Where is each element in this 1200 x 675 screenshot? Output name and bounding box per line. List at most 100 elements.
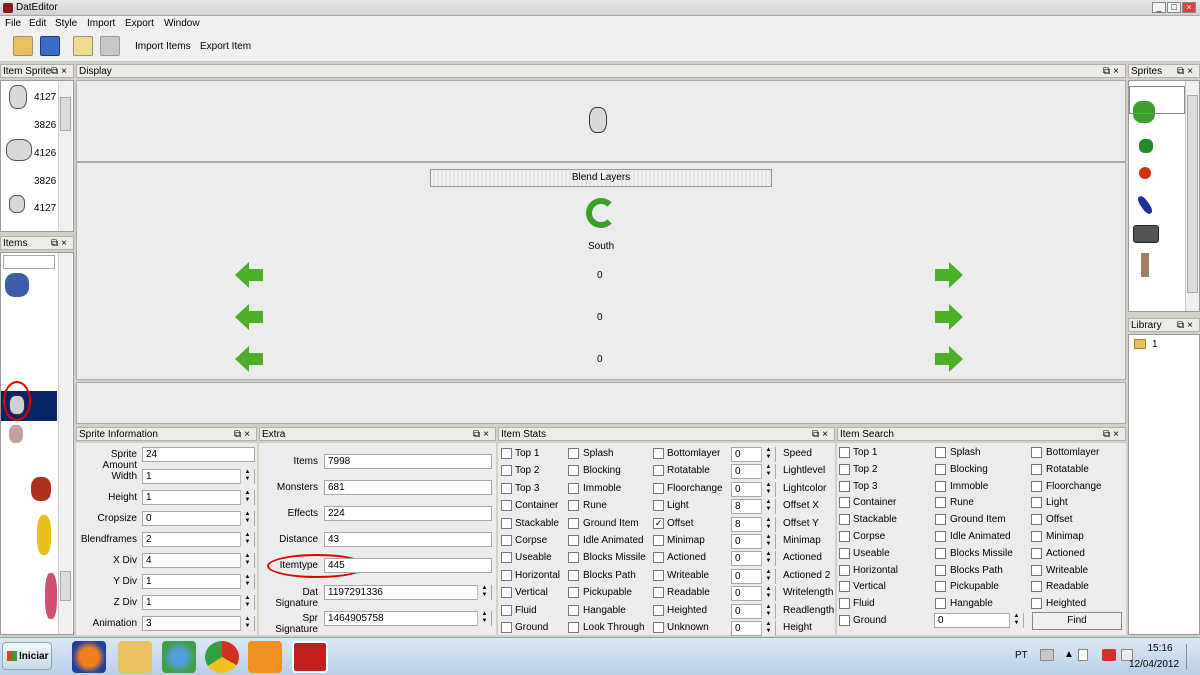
menu-import[interactable]: Import bbox=[87, 18, 115, 29]
checkbox[interactable] bbox=[839, 565, 850, 576]
checkbox[interactable] bbox=[568, 605, 579, 616]
checkbox[interactable] bbox=[935, 514, 946, 525]
checkbox[interactable] bbox=[935, 447, 946, 458]
stepper[interactable]: ▲ ▼ bbox=[240, 553, 254, 568]
effects-count-field[interactable]: 224 bbox=[324, 506, 492, 521]
height-field[interactable]: 1 ▲ ▼ bbox=[142, 490, 255, 505]
scrollbar[interactable] bbox=[1185, 81, 1199, 311]
sprite-thumb[interactable] bbox=[1141, 253, 1149, 277]
checkbox[interactable] bbox=[653, 465, 664, 476]
messenger-icon[interactable] bbox=[162, 641, 196, 673]
stepper[interactable]: ▲ ▼ bbox=[240, 595, 254, 610]
checkbox[interactable] bbox=[935, 548, 946, 559]
stepper[interactable]: ▲ ▼ bbox=[761, 534, 775, 549]
ydiv-field[interactable]: 1 ▲ ▼ bbox=[142, 574, 255, 589]
stat-value-field[interactable]: 0 ▲ ▼ bbox=[731, 551, 776, 566]
network-icon[interactable] bbox=[1102, 649, 1116, 661]
checkbox[interactable] bbox=[568, 500, 579, 511]
sprite-thumb[interactable] bbox=[6, 139, 32, 161]
checkbox[interactable] bbox=[501, 448, 512, 459]
sprites-list[interactable] bbox=[1128, 80, 1200, 312]
compile-icon[interactable] bbox=[100, 36, 120, 56]
stepper[interactable]: ▲ ▼ bbox=[240, 616, 254, 631]
checkbox[interactable] bbox=[501, 535, 512, 546]
animation-field[interactable]: 3 ▲ ▼ bbox=[142, 616, 255, 631]
checkbox[interactable] bbox=[653, 570, 664, 581]
monsters-count-field[interactable]: 681 bbox=[324, 480, 492, 495]
stepper[interactable]: ▲ ▼ bbox=[761, 499, 775, 514]
clock-date[interactable]: 12/04/2012 bbox=[1128, 659, 1180, 670]
stepper[interactable]: ▲ ▼ bbox=[761, 447, 775, 462]
checkbox[interactable]: ✓ bbox=[653, 518, 664, 529]
distance-count-field[interactable]: 43 bbox=[324, 532, 492, 547]
checkbox[interactable] bbox=[568, 552, 579, 563]
stepper[interactable]: ▲ ▼ bbox=[761, 604, 775, 619]
checkbox[interactable] bbox=[1031, 598, 1042, 609]
checkbox[interactable] bbox=[568, 448, 579, 459]
stat-value-field[interactable]: 0 ▲ ▼ bbox=[731, 621, 776, 636]
sprite-thumb[interactable] bbox=[1139, 167, 1151, 179]
stepper[interactable]: ▲ ▼ bbox=[761, 551, 775, 566]
checkbox[interactable] bbox=[1031, 464, 1042, 475]
checkbox[interactable] bbox=[501, 465, 512, 476]
zdiv-field[interactable]: 1 ▲ ▼ bbox=[142, 595, 255, 610]
chrome-icon[interactable] bbox=[205, 641, 239, 673]
dateditor-taskbar-icon[interactable] bbox=[292, 641, 328, 673]
width-field[interactable]: 1 ▲ ▼ bbox=[142, 469, 255, 484]
checkbox[interactable] bbox=[1031, 581, 1042, 592]
stepper[interactable]: ▲ ▼ bbox=[761, 464, 775, 479]
item-thumb[interactable] bbox=[37, 515, 51, 555]
item-thumb[interactable] bbox=[45, 573, 57, 619]
minimize-button[interactable]: _ bbox=[1152, 2, 1166, 13]
stepper[interactable]: ▲ ▼ bbox=[240, 532, 254, 547]
open-library-icon[interactable] bbox=[73, 36, 93, 56]
import-items-button[interactable]: Import Items bbox=[135, 41, 191, 52]
item-thumb[interactable] bbox=[5, 273, 29, 297]
show-hidden-icons-icon[interactable]: ▲ bbox=[1064, 649, 1074, 660]
rotate-icon[interactable] bbox=[586, 198, 616, 228]
menu-style[interactable]: Style bbox=[55, 18, 77, 29]
stepper[interactable]: ▲ ▼ bbox=[240, 574, 254, 589]
search-value-field[interactable]: 0 ▲ ▼ bbox=[934, 613, 1024, 628]
checkbox[interactable] bbox=[653, 535, 664, 546]
checkbox[interactable] bbox=[839, 497, 850, 508]
stepper[interactable]: ▲ ▼ bbox=[761, 621, 775, 636]
checkbox[interactable] bbox=[501, 570, 512, 581]
stat-value-field[interactable]: 0 ▲ ▼ bbox=[731, 604, 776, 619]
checkbox[interactable] bbox=[501, 587, 512, 598]
checkbox[interactable] bbox=[1031, 531, 1042, 542]
menu-export[interactable]: Export bbox=[125, 18, 154, 29]
checkbox[interactable] bbox=[568, 622, 579, 633]
menu-window[interactable]: Window bbox=[164, 18, 200, 29]
checkbox[interactable] bbox=[501, 518, 512, 529]
checkbox[interactable] bbox=[1031, 481, 1042, 492]
library-item[interactable]: 1 bbox=[1152, 339, 1158, 350]
checkbox[interactable] bbox=[568, 465, 579, 476]
checkbox[interactable] bbox=[1031, 565, 1042, 576]
sprite-amount-field[interactable]: 24 bbox=[142, 447, 255, 462]
item-sprite-list[interactable]: 4127 3826 4126 3826 4127 bbox=[0, 80, 74, 232]
scrollbar[interactable] bbox=[58, 253, 72, 634]
stepper[interactable]: ▲ ▼ bbox=[761, 482, 775, 497]
stat-value-field[interactable]: 0 ▲ ▼ bbox=[731, 447, 776, 462]
open-folder-icon[interactable] bbox=[13, 36, 33, 56]
start-button[interactable]: Iniciar bbox=[2, 642, 52, 670]
stat-value-field[interactable]: 0 ▲ ▼ bbox=[731, 482, 776, 497]
checkbox[interactable] bbox=[568, 483, 579, 494]
spr-signature-field[interactable]: 1464905758 ▲ ▼ bbox=[324, 611, 492, 626]
panel-controls[interactable]: ⧉× bbox=[1177, 319, 1196, 332]
stepper[interactable]: ▲ ▼ bbox=[477, 585, 491, 600]
stat-value-field[interactable]: 0 ▲ ▼ bbox=[731, 586, 776, 601]
stat-value-field[interactable]: 8 ▲ ▼ bbox=[731, 517, 776, 532]
panel-controls[interactable]: ⧉× bbox=[473, 428, 492, 441]
scroll-thumb[interactable] bbox=[60, 571, 71, 601]
panel-controls[interactable]: ⧉× bbox=[1103, 65, 1122, 78]
checkbox[interactable] bbox=[935, 481, 946, 492]
checkbox[interactable] bbox=[839, 531, 850, 542]
items-filter[interactable] bbox=[3, 255, 55, 269]
checkbox[interactable] bbox=[568, 587, 579, 598]
panel-controls[interactable]: ⧉× bbox=[812, 428, 831, 441]
stepper[interactable]: ▲ ▼ bbox=[240, 511, 254, 526]
checkbox[interactable] bbox=[1031, 514, 1042, 525]
export-item-button[interactable]: Export Item bbox=[200, 41, 251, 52]
